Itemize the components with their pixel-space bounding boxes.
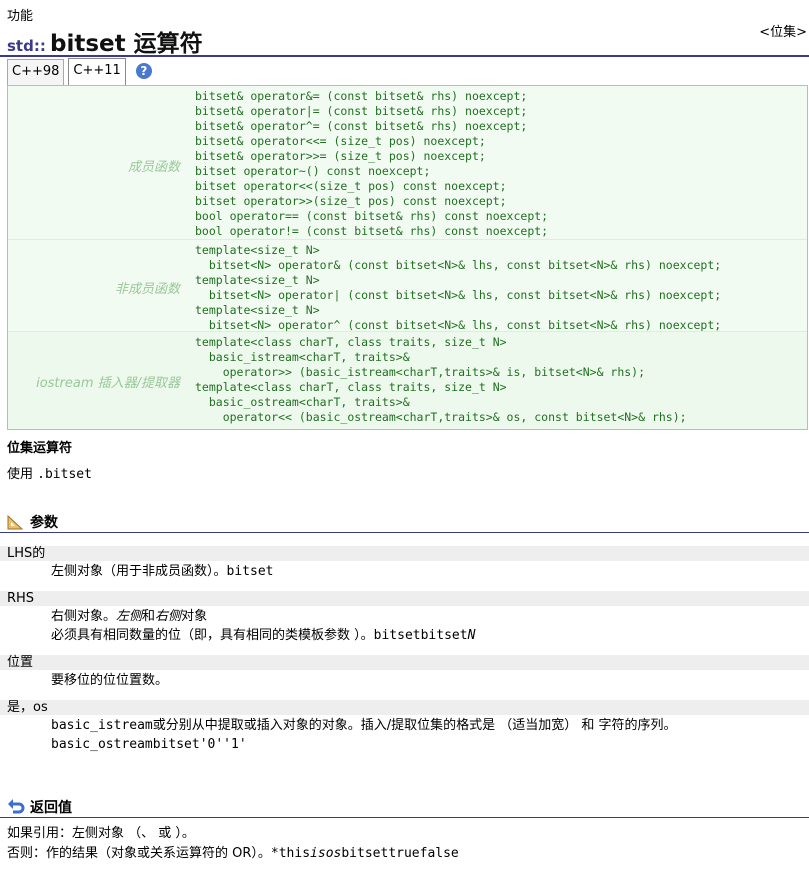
tab-cpp11[interactable]: C++11 — [68, 58, 126, 85]
decl-line: template<size_t N> — [195, 243, 320, 257]
page-title: std:: bitset 运算符 — [7, 24, 203, 57]
bitset-operators-heading: 位集运算符 — [7, 441, 73, 456]
decl-line: operator<< (basic_ostream<charT,traits>&… — [195, 410, 687, 424]
decl-line: basic_ostream<charT, traits>& — [195, 395, 410, 409]
decl-lines: bitset& operator&= (const bitset& rhs) n… — [195, 89, 548, 239]
title-divider — [0, 55, 809, 57]
return-code: bitsettruefalse — [341, 846, 459, 861]
return-italic: isos — [310, 846, 342, 861]
return-arrow-icon — [8, 799, 25, 814]
decl-line: bitset& operator>>= (size_t pos) noexcep… — [195, 149, 486, 163]
return-code: *this — [270, 846, 311, 861]
help-icon[interactable]: ? — [135, 63, 152, 79]
param-desc-text: 必须具有相同数量的位（即，具有相同的类模板参数 ）。 — [51, 628, 374, 643]
params-divider — [0, 532, 809, 533]
return-heading-label: 返回值 — [30, 800, 72, 816]
param-desc-code: basic_ostreambitset'0''1' — [51, 737, 247, 752]
decl-line: bitset& operator<<= (size_t pos) noexcep… — [195, 134, 486, 148]
param-term-is-os: 是，os — [0, 700, 809, 715]
param-desc-lhs: 左侧对象（用于非成员函数）。bitset — [51, 562, 273, 581]
header-link-bitset[interactable]: <位集> — [759, 21, 807, 40]
param-desc-line: 必须具有相同数量的位（即，具有相同的类模板参数 ）。bitsetbitsetN — [51, 626, 475, 645]
declarations-box: 成员函数 bitset& operator&= (const bitset& r… — [7, 85, 808, 430]
param-desc-pos: 要移位的位位置数。 — [51, 673, 169, 688]
param-desc-code: bitset — [226, 564, 274, 579]
decl-line: template<size_t N> — [195, 303, 320, 317]
decl-group-label: 成员函数 — [127, 160, 180, 175]
param-term-lhs: LHS的 — [0, 546, 809, 561]
version-tabs: C++98 C++11 ? — [7, 58, 152, 85]
return-heading: 返回值 — [7, 796, 72, 818]
ruler-triangle-icon — [7, 514, 24, 530]
tab-cpp98[interactable]: C++98 — [7, 59, 65, 85]
param-desc-rhs: 右侧对象。左侧和右侧对象 必须具有相同数量的位（即，具有相同的类模板参数 ）。b… — [51, 607, 475, 645]
param-desc-is-os: basic_istream或分别从中提取或插入对象的对象。插入/提取位集的格式是… — [51, 716, 677, 754]
desc-code: .bitset — [37, 467, 92, 482]
decl-line: template<class charT, class traits, size… — [195, 335, 507, 349]
decl-line: bitset& operator&= (const bitset& rhs) n… — [195, 89, 528, 103]
param-term-pos: 位置 — [0, 655, 809, 670]
bitset-operators-desc: 使用 .bitset — [7, 463, 92, 482]
decl-line: basic_istream<charT, traits>& — [195, 350, 410, 364]
decl-line: operator>> (basic_istream<charT,traits>&… — [195, 365, 646, 379]
decl-line: template<size_t N> — [195, 273, 320, 287]
param-desc-code: basic_istream — [51, 718, 153, 733]
param-desc-code: bitsetbitset — [373, 628, 468, 643]
params-heading: 参数 — [7, 511, 58, 533]
decl-lines: template<size_t N> bitset<N> operator& (… — [195, 243, 721, 333]
return-text: 否则：作的结果（对象或关系运算符的 OR）。 — [7, 846, 271, 861]
decl-group-label: iostream 插入器/提取器 — [36, 376, 180, 391]
return-line: 否则：作的结果（对象或关系运算符的 OR）。*thisisosbitsettru… — [7, 844, 459, 864]
params-heading-label: 参数 — [30, 515, 58, 531]
decl-line: bitset<N> operator| (const bitset<N>& lh… — [195, 288, 722, 302]
decl-lines: template<class charT, class traits, size… — [195, 335, 687, 425]
param-term-rhs: RHS — [0, 591, 809, 606]
param-desc-text: 左侧对象（用于非成员函数）。 — [51, 564, 227, 579]
return-line: 如果引用：左侧对象 （、 或 ）。 — [7, 826, 195, 841]
breadcrumb-label: 功能 — [7, 9, 34, 24]
decl-line: bool operator== (const bitset& rhs) cons… — [195, 209, 549, 223]
decl-line: bitset operator<<(size_t pos) const noex… — [195, 179, 507, 193]
decl-line: bitset operator~() const noexcept; — [195, 164, 431, 178]
param-desc-text: 或分别从中提取或插入对象的对象。插入/提取位集的格式是 （适当加宽） 和 字符的… — [152, 718, 677, 733]
param-desc-text: 右侧对象。左侧和右侧对象 — [51, 609, 208, 624]
decl-line: bitset& operator^= (const bitset& rhs) n… — [195, 119, 528, 133]
param-desc-line: basic_istream或分别从中提取或插入对象的对象。插入/提取位集的格式是… — [51, 716, 677, 735]
decl-group-iostream: iostream 插入器/提取器 template<class charT, c… — [8, 331, 807, 429]
decl-group-non-members: 非成员函数 template<size_t N> bitset<N> opera… — [8, 239, 807, 333]
desc-text: 使用 — [7, 467, 38, 482]
decl-line: bool operator!= (const bitset& rhs) cons… — [195, 224, 549, 238]
title-main: bitset 运算符 — [49, 31, 203, 57]
return-divider — [0, 817, 809, 818]
decl-group-label: 非成员函数 — [114, 282, 180, 297]
param-desc-italic: N — [467, 628, 476, 643]
return-value-desc: 如果引用：左侧对象 （、 或 ）。 否则：作的结果（对象或关系运算符的 OR）。… — [7, 824, 459, 864]
decl-group-members: 成员函数 bitset& operator&= (const bitset& r… — [8, 86, 807, 239]
decl-line: bitset& operator|= (const bitset& rhs) n… — [195, 104, 528, 118]
decl-line: template<class charT, class traits, size… — [195, 380, 507, 394]
decl-line: bitset<N> operator& (const bitset<N>& lh… — [195, 258, 722, 272]
decl-line: bitset operator>>(size_t pos) const noex… — [195, 194, 507, 208]
title-namespace: std:: — [7, 37, 46, 55]
